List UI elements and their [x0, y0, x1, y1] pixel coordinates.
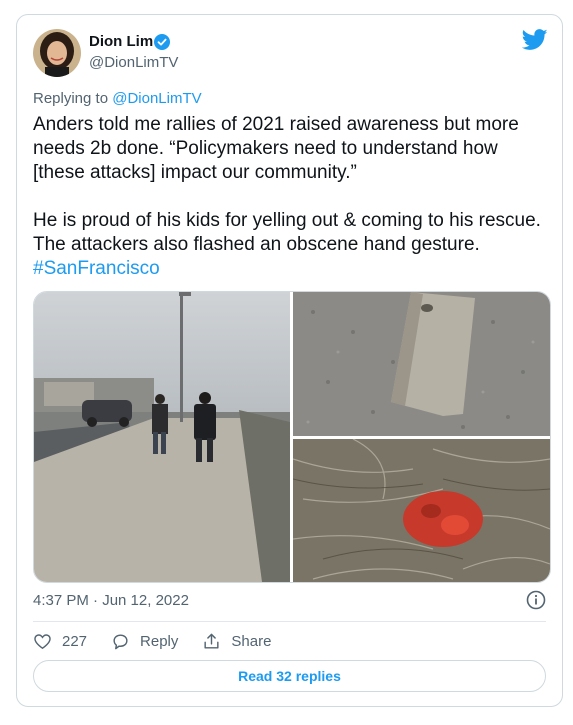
divider	[33, 621, 546, 622]
photo-street-scene[interactable]	[34, 292, 290, 582]
share-label: Share	[231, 632, 272, 650]
twitter-bird-icon[interactable]	[521, 29, 548, 51]
tweet-paragraph-1: Anders told me rallies of 2021 raised aw…	[33, 114, 519, 183]
author-handle[interactable]: @DionLimTV	[89, 54, 178, 71]
replying-prefix: Replying to	[33, 90, 113, 107]
photo-head-wound[interactable]	[292, 438, 550, 582]
hashtag-link[interactable]: #SanFrancisco	[33, 258, 160, 279]
reply-button[interactable]: Reply	[111, 632, 178, 651]
read-replies-button[interactable]: Read 32 replies	[33, 660, 546, 692]
avatar[interactable]	[33, 29, 81, 77]
tweet-timestamp[interactable]: 4:37 PM · Jun 12, 2022	[33, 592, 189, 609]
share-button[interactable]: Share	[202, 632, 271, 651]
tweet-paragraph-2-text: He is proud of his kids for yelling out …	[33, 210, 541, 255]
reply-bubble-icon	[113, 633, 128, 649]
info-icon[interactable]	[526, 590, 546, 610]
photo-wooden-board[interactable]	[293, 292, 550, 436]
replying-to-handle[interactable]: @DionLimTV	[112, 90, 201, 107]
heart-icon	[34, 633, 51, 649]
replying-to: Replying to @DionLimTV	[33, 90, 202, 107]
verified-badge-icon	[154, 34, 170, 50]
like-button[interactable]: 227	[33, 632, 87, 651]
tweet-card: Dion Lim @DionLimTV Replying to @DionLim…	[16, 14, 563, 707]
tweet-text: Anders told me rallies of 2021 raised aw…	[33, 113, 543, 281]
media-grid	[33, 291, 551, 583]
tweet-paragraph-2: He is proud of his kids for yelling out …	[33, 209, 543, 281]
tweet-actions: 227 Reply Share	[33, 629, 295, 653]
reply-label: Reply	[140, 632, 179, 650]
like-count: 227	[62, 632, 88, 650]
share-icon	[204, 633, 219, 649]
author-name[interactable]: Dion Lim	[89, 33, 153, 50]
